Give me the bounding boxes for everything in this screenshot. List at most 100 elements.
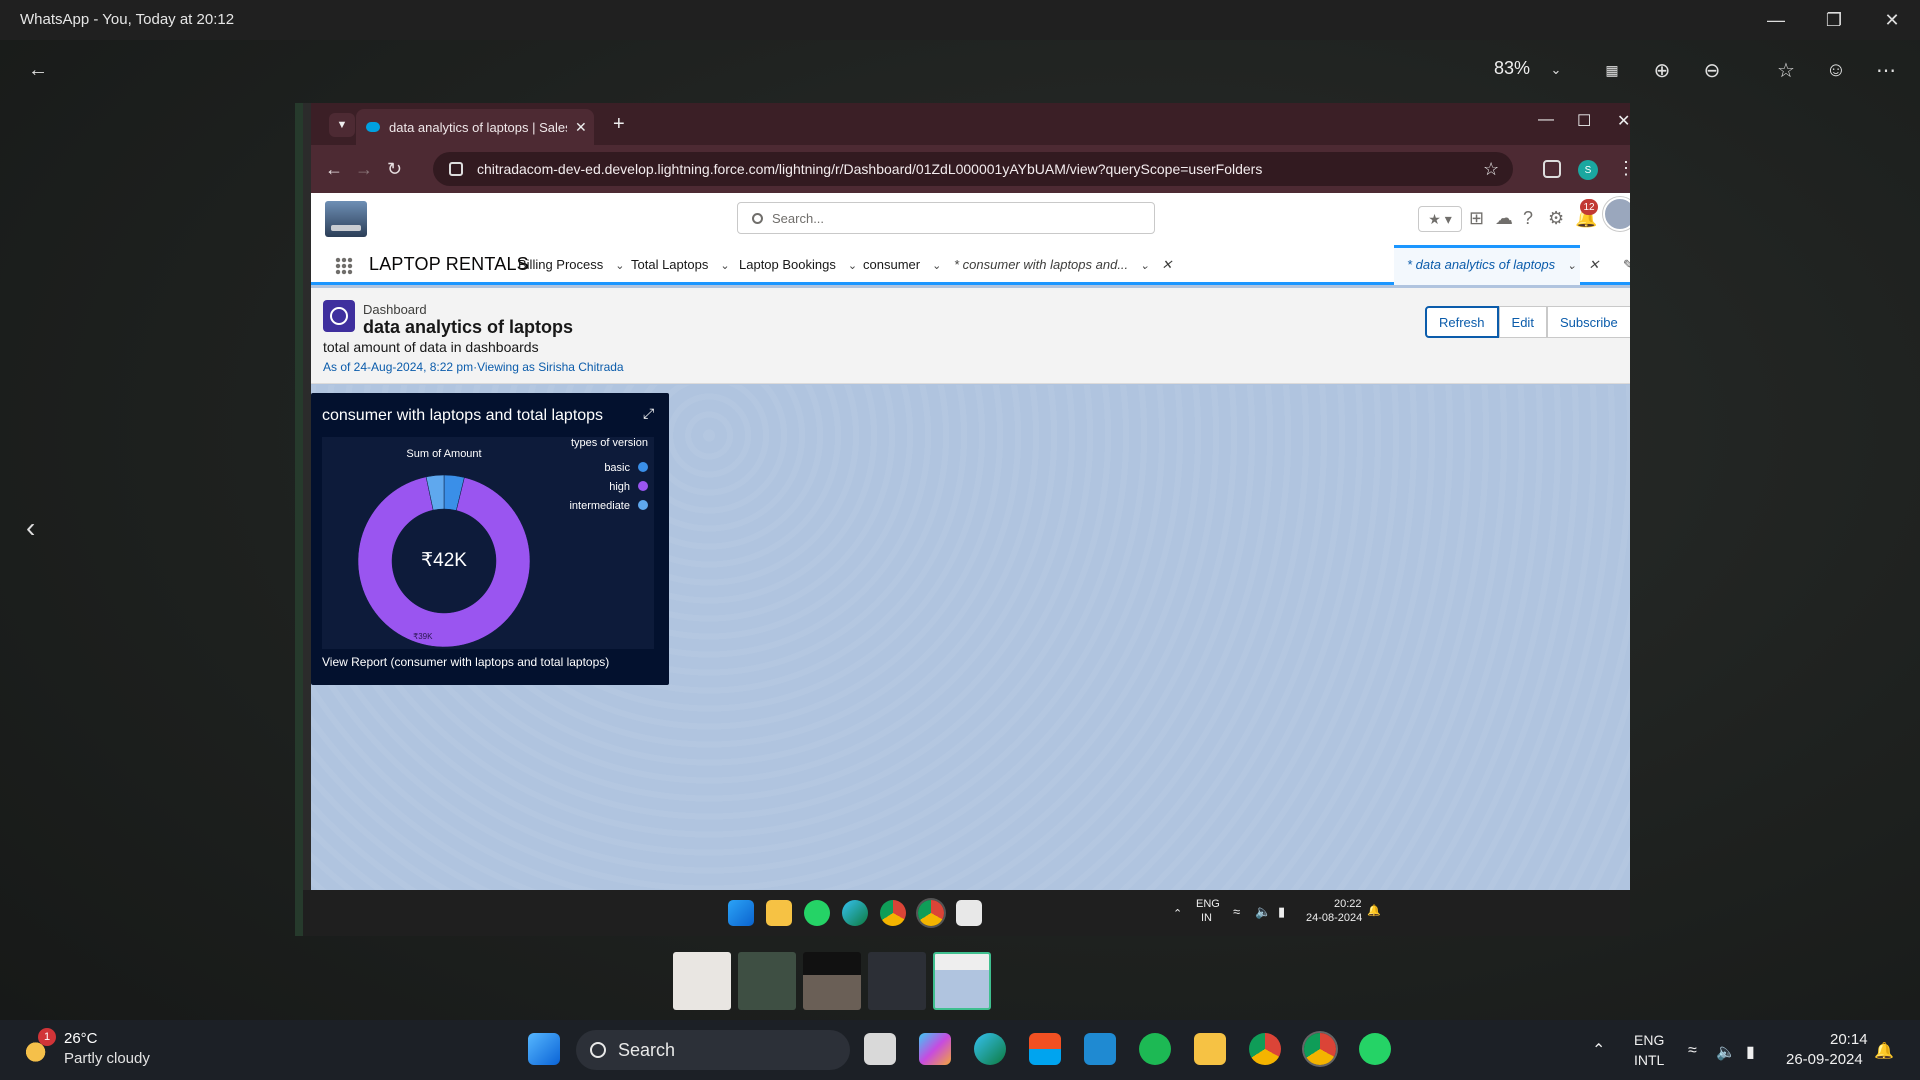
vscode-icon[interactable] <box>1084 1033 1116 1065</box>
browser-tab[interactable]: data analytics of laptops | Sales ✕ <box>356 109 594 145</box>
global-search-input[interactable]: Search... <box>737 202 1155 234</box>
browser-menu-icon[interactable]: ⋮ <box>1617 158 1630 179</box>
emoji-react-icon[interactable]: ☺ <box>1822 54 1850 86</box>
tab-search-chevron-icon[interactable]: ▼ <box>329 113 355 137</box>
file-explorer-icon[interactable] <box>766 900 792 926</box>
workspace-tab-dashboard[interactable]: * data analytics of laptops ⌄ ✕ <box>1407 257 1599 273</box>
app-launcher-icon[interactable] <box>335 257 353 275</box>
chevron-down-icon[interactable]: ⌄ <box>932 260 941 272</box>
chevron-down-icon[interactable]: ⌄ <box>720 260 729 272</box>
chevron-down-icon[interactable]: ⌄ <box>1567 260 1576 272</box>
minimize-icon[interactable]: — <box>1748 0 1804 40</box>
whatsapp-icon[interactable] <box>804 900 830 926</box>
edit-nav-pencil-icon[interactable]: ✎ <box>1623 257 1630 273</box>
chrome-icon[interactable] <box>880 900 906 926</box>
browser-maximize-icon[interactable]: ☐ <box>1577 111 1591 131</box>
help-icon[interactable]: ? <box>1523 208 1533 229</box>
page-title: data analytics of laptops <box>363 317 574 337</box>
new-tab-plus-icon[interactable]: + <box>613 113 625 136</box>
chevron-down-icon[interactable]: ⌄ <box>615 260 624 272</box>
close-icon[interactable]: ✕ <box>1864 0 1920 40</box>
browser-back-icon[interactable]: ← <box>325 159 343 180</box>
taskbar-time: 20:14 <box>1830 1031 1868 1048</box>
zoom-in-icon[interactable]: ⊕ <box>1648 54 1676 86</box>
taskbar-date: 26-09-2024 <box>1786 1051 1863 1068</box>
windows-taskbar <box>0 1020 1920 1080</box>
subscribe-button[interactable]: Subscribe <box>1546 306 1630 338</box>
tray-chevron-icon[interactable]: ⌃ <box>1173 907 1182 920</box>
bookmark-star-icon[interactable]: ☆ <box>1483 159 1499 180</box>
global-actions-plus-icon[interactable]: ⊞ <box>1469 208 1484 229</box>
dashboard-widget: consumer with laptops and total laptops … <box>311 393 669 685</box>
browser-forward-icon[interactable]: → <box>355 159 373 180</box>
expand-icon[interactable]: ⤢ <box>643 405 654 422</box>
setup-gear-icon[interactable]: ⚙ <box>1548 208 1564 229</box>
workspace-tab-consumer-report[interactable]: * consumer with laptops and... ⌄ ✕ <box>954 257 1172 273</box>
app-nav-bar: LAPTOP RENTALS Billing Process ⌄ Total La… <box>311 245 1630 285</box>
zoom-out-icon[interactable]: ⊖ <box>1698 54 1726 86</box>
extensions-icon[interactable] <box>1543 160 1561 178</box>
windows-start-icon[interactable] <box>728 900 754 926</box>
back-arrow-icon[interactable]: ← <box>24 54 52 86</box>
thumbnail-1[interactable] <box>673 952 731 1010</box>
chevron-down-icon[interactable]: ⌄ <box>1140 260 1149 272</box>
profile-avatar[interactable]: S <box>1578 160 1598 180</box>
chrome-icon[interactable] <box>1249 1033 1281 1065</box>
favorites-star-icon[interactable]: ★ ▾ <box>1418 206 1462 232</box>
trailhead-icon[interactable]: ☁ <box>1495 208 1513 229</box>
battery-icon[interactable]: ▮ <box>1278 904 1285 920</box>
view-report-link[interactable]: View Report (consumer with laptops and t… <box>322 655 609 669</box>
tray-chevron-icon[interactable]: ⌃ <box>1592 1040 1605 1060</box>
wifi-icon[interactable]: ≈ <box>1688 1042 1697 1060</box>
notification-bell-icon[interactable]: 🔔 <box>1367 904 1381 917</box>
browser-reload-icon[interactable]: ↻ <box>387 159 402 180</box>
thumbnail-4[interactable] <box>868 952 926 1010</box>
refresh-button[interactable]: Refresh <box>1425 306 1499 338</box>
more-options-icon[interactable]: ⋯ <box>1872 54 1900 86</box>
user-avatar[interactable] <box>1603 197 1630 231</box>
nav-item-laptop-bookings[interactable]: Laptop Bookings ⌄ <box>739 257 857 272</box>
thumbnail-2[interactable] <box>738 952 796 1010</box>
task-view-icon[interactable] <box>864 1033 896 1065</box>
windows-start-icon[interactable] <box>528 1033 560 1065</box>
nav-item-consumer[interactable]: consumer ⌄ <box>863 257 941 272</box>
edge-icon[interactable] <box>842 900 868 926</box>
previous-image-chevron-icon[interactable]: ‹ <box>26 512 35 544</box>
volume-icon[interactable]: 🔈 <box>1255 904 1271 920</box>
chrome-profile-icon[interactable] <box>1304 1033 1336 1065</box>
snipping-tool-icon[interactable] <box>956 900 982 926</box>
wifi-icon[interactable]: ≈ <box>1233 904 1240 919</box>
favorite-star-icon[interactable]: ☆ <box>1772 54 1800 86</box>
edge-icon[interactable] <box>974 1033 1006 1065</box>
copilot-icon[interactable] <box>919 1033 951 1065</box>
search-placeholder: Search... <box>772 210 825 226</box>
restore-icon[interactable]: ❐ <box>1806 0 1862 40</box>
nav-item-label: consumer <box>863 257 921 272</box>
site-info-icon[interactable] <box>449 162 463 176</box>
thumbnail-3[interactable] <box>803 952 861 1010</box>
actual-size-icon[interactable]: ▦ <box>1598 54 1626 86</box>
browser-minimize-icon[interactable]: — <box>1538 111 1554 129</box>
microsoft-store-icon[interactable] <box>1029 1033 1061 1065</box>
nav-item-total-laptops[interactable]: Total Laptops ⌄ <box>631 257 730 272</box>
thumbnail-5-selected[interactable] <box>933 952 991 1010</box>
file-explorer-icon[interactable] <box>1194 1033 1226 1065</box>
browser-close-icon[interactable]: ✕ <box>1617 111 1630 131</box>
taskbar-search-box[interactable]: Search <box>576 1030 850 1070</box>
notification-center-icon[interactable]: 🔔 <box>1874 1041 1894 1061</box>
org-logo[interactable] <box>325 201 367 237</box>
tab-close-icon[interactable]: ✕ <box>1588 257 1599 272</box>
nav-item-label: Laptop Bookings <box>739 257 836 272</box>
nav-item-billing-process[interactable]: Billing Process ⌄ <box>518 257 624 272</box>
whatsapp-icon[interactable] <box>1359 1033 1391 1065</box>
chrome-profile-icon[interactable] <box>918 900 944 926</box>
chevron-down-icon[interactable]: ⌄ <box>848 260 857 272</box>
tab-close-icon[interactable]: ✕ <box>575 119 587 136</box>
edit-button[interactable]: Edit <box>1498 306 1547 338</box>
tab-close-icon[interactable]: ✕ <box>1161 257 1172 272</box>
url-field[interactable]: chitradacom-dev-ed.develop.lightning.for… <box>433 152 1513 186</box>
zoom-dropdown-chevron-icon[interactable]: ⌄ <box>1544 54 1568 86</box>
battery-icon[interactable]: ▮ <box>1746 1042 1755 1062</box>
spotify-icon[interactable] <box>1139 1033 1171 1065</box>
volume-icon[interactable]: 🔈 <box>1716 1042 1736 1062</box>
